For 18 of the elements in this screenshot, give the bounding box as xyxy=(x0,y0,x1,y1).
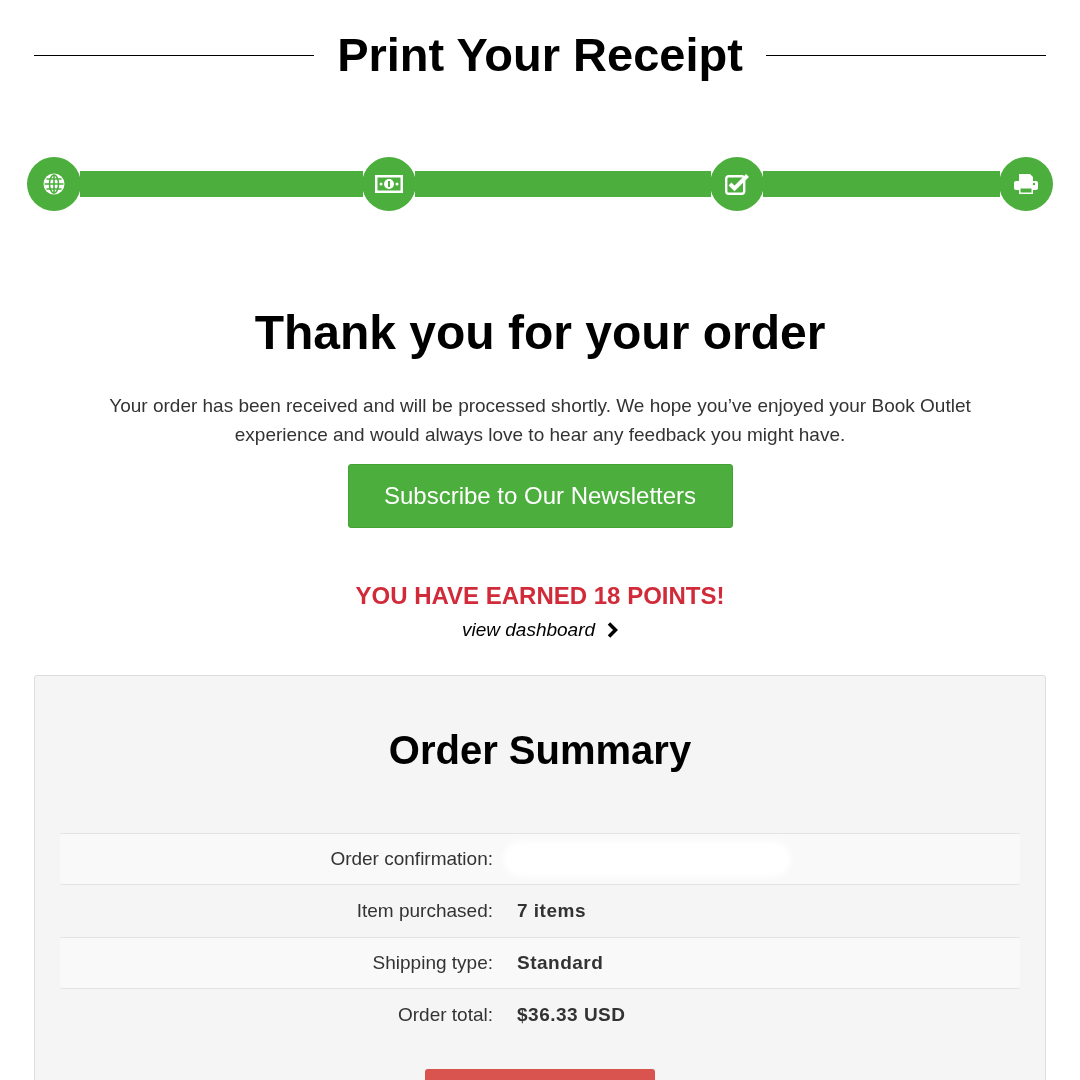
thank-you-heading: Thank you for your order xyxy=(254,305,826,361)
banknote-icon xyxy=(374,174,404,194)
points-notice: YOU HAVE EARNED 18 POINTS! xyxy=(355,581,725,611)
row-value: Standard xyxy=(517,950,604,975)
checked-box-icon xyxy=(724,173,750,195)
printer-icon xyxy=(1013,173,1039,195)
row-value: $36.33 USD xyxy=(517,1002,626,1027)
row-label: Shipping type: xyxy=(371,950,493,975)
chevron-right-icon xyxy=(607,622,619,638)
page-title: Print Your Receipt xyxy=(337,27,743,83)
order-summary-title: Order Summary xyxy=(388,727,692,774)
dashboard-link[interactable]: view dashboard xyxy=(461,617,596,643)
globe-icon xyxy=(43,173,65,195)
row-label: Order total: xyxy=(396,1002,493,1027)
confirmation-message: Your order has been received and will be processed shortly. We hope you’ve enjoyed your Book Outlet experience and would always love to hear any feedback you might have. xyxy=(108,394,972,447)
row-label: Order confirmation: xyxy=(329,846,493,871)
row-value: 7 items xyxy=(517,898,586,923)
row-label: Item purchased: xyxy=(355,898,493,923)
